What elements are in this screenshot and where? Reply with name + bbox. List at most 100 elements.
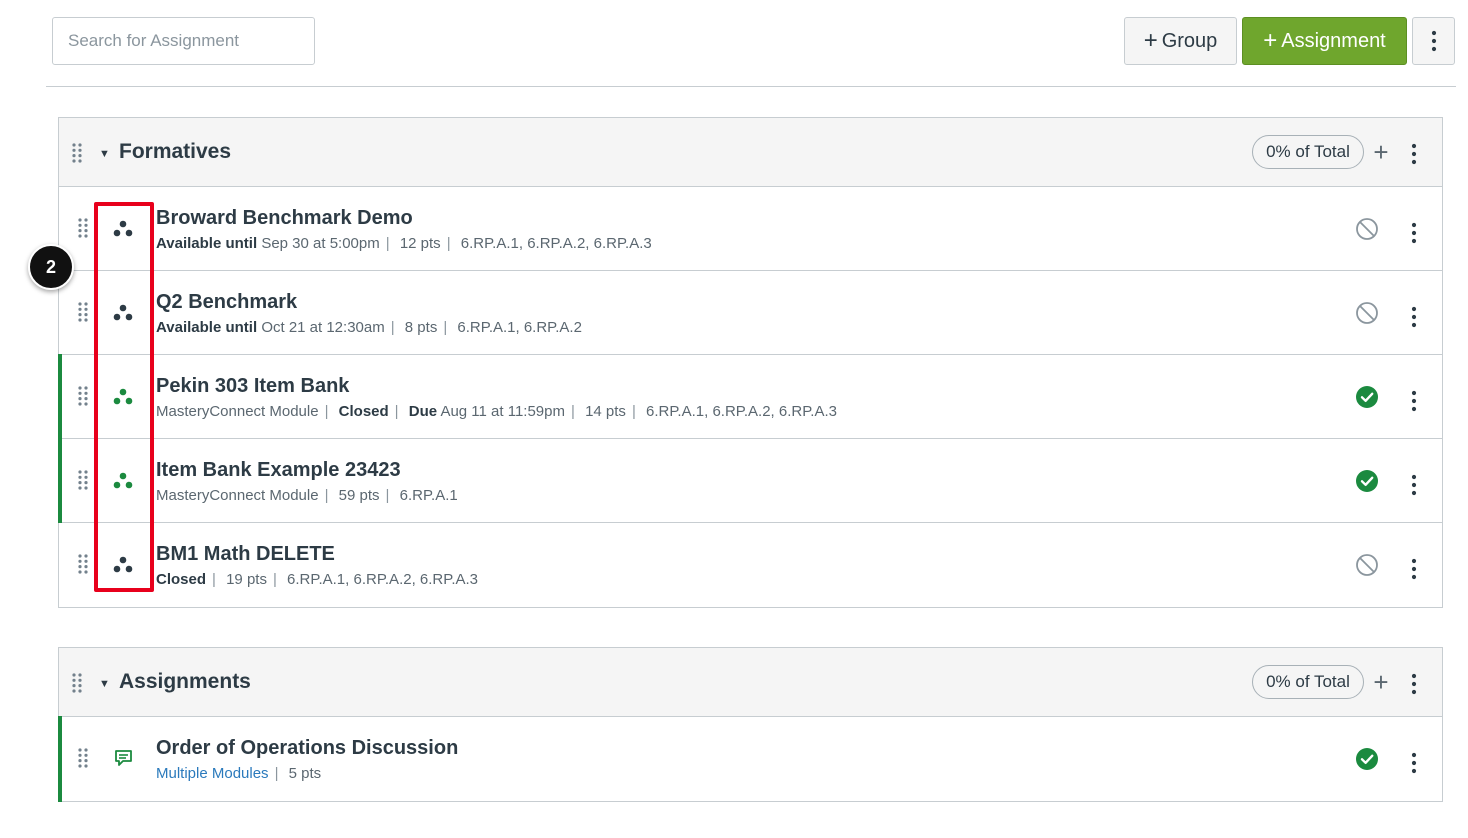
meta-separator: | (394, 403, 399, 420)
assignment-row[interactable]: Order of Operations Discussion Multiple … (58, 716, 1442, 802)
assignment-row[interactable]: Broward Benchmark Demo Available until S… (59, 187, 1442, 271)
assignment-title[interactable]: Q2 Benchmark (156, 291, 297, 314)
meta-separator: | (631, 403, 636, 420)
row-kebab-icon[interactable] (1405, 221, 1423, 245)
meta-separator: | (443, 319, 448, 336)
drag-handle-icon[interactable] (77, 301, 89, 323)
closed-label: Closed (338, 403, 389, 420)
multiple-modules-link[interactable]: Multiple Modules (156, 765, 269, 782)
row-kebab-icon[interactable] (1405, 751, 1423, 775)
assignment-row[interactable]: Pekin 303 Item Bank MasteryConnect Modul… (58, 354, 1442, 439)
group-title: Assignments (119, 670, 251, 693)
availability-label: Available until (156, 319, 258, 336)
add-assignment-label: Assignment (1281, 29, 1386, 52)
assignment-title[interactable]: Item Bank Example 23423 (156, 459, 401, 482)
meta-separator: | (570, 403, 575, 420)
drag-handle-icon[interactable] (77, 747, 89, 769)
assignment-title[interactable]: Broward Benchmark Demo (156, 207, 413, 230)
row-kebab-icon[interactable] (1405, 305, 1423, 329)
group-title: Formatives (119, 140, 232, 163)
toolbar-divider (46, 86, 1456, 87)
standards: 6.RP.A.1, 6.RP.A.2, 6.RP.A.3 (460, 235, 652, 252)
assignment-meta: Multiple Modules | 5 pts (156, 765, 321, 782)
add-to-group-icon[interactable]: + (1370, 666, 1392, 698)
standards: 6.RP.A.1, 6.RP.A.2 (457, 319, 582, 336)
assignment-title[interactable]: Pekin 303 Item Bank (156, 375, 349, 398)
assignment-row[interactable]: BM1 Math DELETE Closed | 19 pts | 6.RP.A.1… (59, 523, 1442, 607)
due-label: Due (408, 403, 438, 420)
plus-icon: + (1263, 27, 1278, 54)
discussion-icon (109, 747, 137, 771)
assignment-meta: Closed | 19 pts | 6.RP.A.1, 6.RP.A.2, 6.RP… (156, 571, 478, 588)
row-kebab-icon[interactable] (1405, 557, 1423, 581)
drag-handle-icon[interactable] (77, 469, 89, 491)
availability-date: Sep 30 at 5:00pm (261, 235, 380, 252)
group-header: ▼ Assignments 0% of Total + (59, 648, 1442, 717)
assignment-title[interactable]: BM1 Math DELETE (156, 543, 335, 566)
drag-handle-icon[interactable] (71, 672, 83, 694)
assignment-group-formatives: ▼ Formatives 0% of Total + Broward Bench… (58, 117, 1443, 608)
add-group-label: Group (1161, 29, 1218, 52)
due-date: Aug 11 at 11:59pm (440, 403, 565, 420)
unpublished-icon[interactable] (1355, 301, 1379, 325)
published-icon[interactable] (1355, 469, 1379, 493)
meta-separator: | (324, 403, 329, 420)
collapse-caret-icon[interactable]: ▼ (99, 148, 110, 160)
assignment-meta: MasteryConnect Module | 59 pts | 6.RP.A.1 (156, 487, 458, 504)
unpublished-icon[interactable] (1355, 553, 1379, 577)
assignment-title[interactable]: Order of Operations Discussion (156, 737, 458, 760)
assignment-meta: Available until Sep 30 at 5:00pm | 12 pts… (156, 235, 652, 252)
drag-handle-icon[interactable] (77, 385, 89, 407)
standards: 6.RP.A.1, 6.RP.A.2, 6.RP.A.3 (287, 571, 479, 588)
masteryconnect-icon (109, 385, 137, 409)
published-icon[interactable] (1355, 747, 1379, 771)
points: 12 pts (399, 235, 441, 252)
assignment-meta: MasteryConnect Module | Closed | Due Aug 1… (156, 403, 837, 420)
closed-label: Closed (156, 571, 207, 588)
add-group-button[interactable]: + Group (1124, 17, 1237, 65)
standards: 6.RP.A.1, 6.RP.A.2, 6.RP.A.3 (646, 403, 837, 420)
settings-menu-button[interactable] (1412, 17, 1455, 65)
step-badge: 2 (28, 244, 74, 290)
group-header: ▼ Formatives 0% of Total + (59, 118, 1442, 187)
assignment-group-assignments: ▼ Assignments 0% of Total + Order of Ope… (58, 647, 1443, 802)
drag-handle-icon[interactable] (77, 217, 89, 239)
published-icon[interactable] (1355, 385, 1379, 409)
masteryconnect-icon (109, 217, 137, 241)
points: 8 pts (404, 319, 438, 336)
add-to-group-icon[interactable]: + (1370, 136, 1392, 168)
assignment-row[interactable]: Item Bank Example 23423 MasteryConnect M… (58, 438, 1442, 523)
assignment-row[interactable]: Q2 Benchmark Available until Oct 21 at 1… (59, 271, 1442, 355)
module-name: MasteryConnect Module (156, 487, 319, 504)
meta-separator: | (272, 571, 277, 588)
points: 59 pts (338, 487, 380, 504)
drag-handle-icon[interactable] (71, 142, 83, 164)
unpublished-icon[interactable] (1355, 217, 1379, 241)
group-kebab-icon[interactable] (1405, 672, 1423, 696)
search-input[interactable] (52, 17, 315, 65)
row-kebab-icon[interactable] (1405, 473, 1423, 497)
meta-separator: | (385, 487, 390, 504)
kebab-icon (1425, 29, 1443, 53)
meta-separator: | (390, 319, 395, 336)
collapse-caret-icon[interactable]: ▼ (99, 678, 110, 690)
add-assignment-button[interactable]: + Assignment (1242, 17, 1407, 65)
points: 19 pts (226, 571, 267, 588)
assignment-meta: Available until Oct 21 at 12:30am | 8 pts… (156, 319, 582, 336)
group-kebab-icon[interactable] (1405, 142, 1423, 166)
drag-handle-icon[interactable] (77, 553, 89, 575)
group-weight-badge: 0% of Total (1252, 665, 1364, 699)
points: 14 pts (585, 403, 626, 420)
masteryconnect-icon (109, 553, 137, 577)
module-name: MasteryConnect Module (156, 403, 319, 420)
masteryconnect-icon (109, 469, 137, 493)
meta-separator: | (446, 235, 451, 252)
plus-icon: + (1143, 27, 1158, 54)
meta-separator: | (324, 487, 329, 504)
availability-label: Available until (156, 235, 258, 252)
assignments-toolbar: + Group + Assignment (0, 0, 1468, 87)
points: 5 pts (288, 765, 322, 782)
row-kebab-icon[interactable] (1405, 389, 1423, 413)
meta-separator: | (212, 571, 216, 588)
masteryconnect-icon (109, 301, 137, 325)
